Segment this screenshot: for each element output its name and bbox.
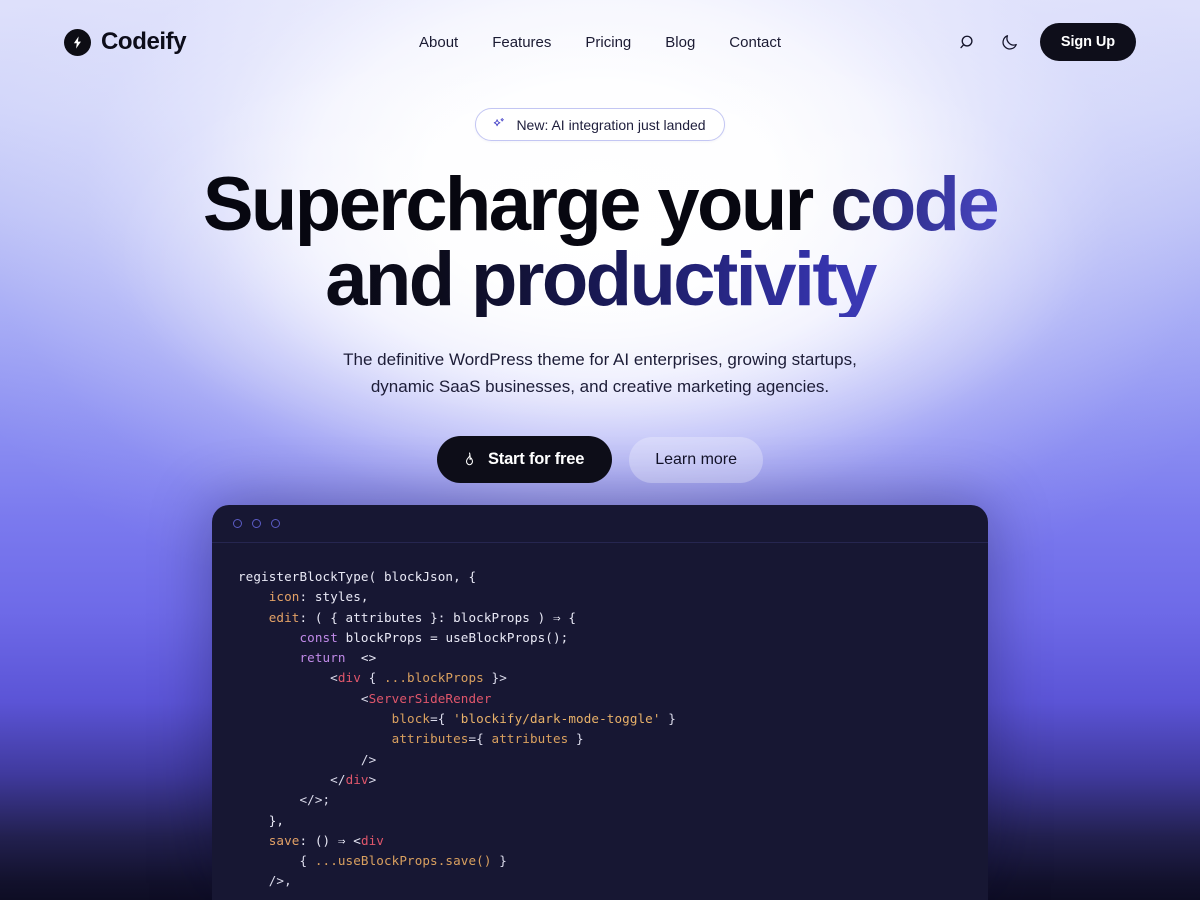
nav-item-contact[interactable]: Contact (729, 34, 781, 51)
code-token: } (568, 731, 584, 747)
headline-plain: Supercharge your (202, 162, 831, 247)
code-token: < (238, 690, 369, 706)
nav-item-blog[interactable]: Blog (665, 34, 695, 51)
code-token: attributes (491, 731, 569, 747)
code-line: </div> (238, 772, 376, 787)
code-token: > (368, 771, 377, 787)
code-token: <> (345, 650, 377, 666)
cta-row: Start for free Learn more (436, 436, 764, 484)
lightning-bolt-icon (64, 28, 91, 56)
brand-logo-link[interactable]: Codeify (64, 28, 187, 56)
window-dot-maximize-icon[interactable] (271, 519, 280, 528)
code-token: ServerSideRender (368, 690, 492, 706)
code-token: : () ⇒ < (299, 832, 361, 848)
code-token: ...blockProps (383, 670, 484, 686)
code-token: </ (238, 771, 346, 787)
code-token: div (337, 670, 361, 686)
announcement-badge[interactable]: New: AI integration just landed (475, 108, 725, 141)
start-for-free-button[interactable]: Start for free (436, 436, 613, 484)
code-window-titlebar (212, 505, 988, 543)
code-token: /> (238, 751, 377, 767)
code-token: edit (268, 609, 300, 625)
code-token: />, (238, 873, 292, 889)
code-token: { (360, 670, 384, 686)
code-token: div (345, 771, 369, 787)
code-token: save (268, 832, 300, 848)
code-line: attributes={ attributes } (238, 731, 584, 746)
code-token: 'blockify/dark-mode-toggle' (453, 711, 661, 727)
hero-subtitle-line-2: dynamic SaaS businesses, and creative ma… (370, 376, 830, 396)
announcement-badge-label: New: AI integration just landed (516, 116, 706, 133)
nav-item-features[interactable]: Features (492, 34, 551, 51)
sign-up-button[interactable]: Sign Up (1039, 23, 1136, 61)
code-line: const blockProps = useBlockProps(); (238, 630, 568, 645)
moon-icon[interactable] (999, 31, 1021, 53)
code-token: }> (483, 670, 507, 686)
code-token: icon (268, 589, 300, 605)
code-line: edit: ( { attributes }: blockProps ) ⇒ { (238, 610, 576, 625)
code-preview-window: registerBlockType( blockJson, { icon: st… (212, 505, 988, 900)
code-token: < (238, 670, 338, 686)
window-dot-minimize-icon[interactable] (252, 519, 261, 528)
code-line: </>; (238, 792, 330, 807)
headline-accent: code (830, 162, 1000, 247)
code-token: : ( { attributes }: blockProps ) ⇒ { (299, 609, 577, 625)
code-token: blockProps = useBlockProps(); (337, 629, 569, 645)
flame-icon (461, 451, 478, 468)
code-token: registerBlockType( blockJson, { (238, 569, 477, 584)
sparkle-icon (490, 116, 507, 133)
code-block: registerBlockType( blockJson, { icon: st… (212, 543, 988, 892)
code-line: icon: styles, (238, 589, 369, 604)
headline-line-2: and productivity (203, 242, 997, 318)
window-dot-close-icon[interactable] (233, 519, 242, 528)
code-line: save: () ⇒ <div (238, 833, 384, 848)
code-line: /> (238, 752, 376, 767)
hero-subtitle: The definitive WordPress theme for AI en… (343, 347, 857, 400)
header-actions: Sign Up (958, 23, 1136, 61)
code-line: />, (238, 873, 292, 888)
hero-subtitle-line-1: The definitive WordPress theme for AI en… (343, 350, 857, 370)
code-token: ={ (430, 711, 454, 727)
code-token: div (360, 832, 384, 848)
code-line: registerBlockType( blockJson, { (238, 569, 476, 584)
code-line: block={ 'blockify/dark-mode-toggle' } (238, 711, 676, 726)
code-token: }, (238, 812, 285, 828)
code-token: return (299, 650, 346, 666)
code-token: : styles, (299, 589, 369, 605)
code-line: <div { ...blockProps }> (238, 670, 507, 685)
start-for-free-label: Start for free (487, 450, 585, 469)
code-line: <ServerSideRender (238, 691, 492, 706)
code-token: } (491, 853, 507, 869)
main-navigation: About Features Pricing Blog Contact (419, 34, 781, 51)
search-icon[interactable] (958, 31, 980, 53)
code-token: ...useBlockProps.save() (314, 853, 492, 869)
code-token: const (299, 629, 338, 645)
code-token: attributes (391, 731, 469, 747)
hero-section: New: AI integration just landed Supercha… (0, 84, 1200, 484)
code-line: return <> (238, 650, 376, 665)
site-header: Codeify About Features Pricing Blog Cont… (0, 0, 1200, 84)
page-title: Supercharge your code and productivity (203, 167, 1000, 318)
learn-more-button[interactable]: Learn more (629, 436, 764, 483)
code-token: { (238, 853, 315, 869)
nav-item-about[interactable]: About (419, 34, 458, 51)
code-token: </>; (238, 792, 331, 808)
code-token: } (660, 711, 676, 727)
code-line: { ...useBlockProps.save() } (238, 853, 507, 868)
headline-line-1: Supercharge your code (203, 167, 1000, 243)
nav-item-pricing[interactable]: Pricing (585, 34, 631, 51)
brand-name: Codeify (101, 28, 187, 55)
code-token: block (391, 711, 431, 727)
code-token: ={ (468, 731, 492, 747)
code-line: }, (238, 813, 284, 828)
